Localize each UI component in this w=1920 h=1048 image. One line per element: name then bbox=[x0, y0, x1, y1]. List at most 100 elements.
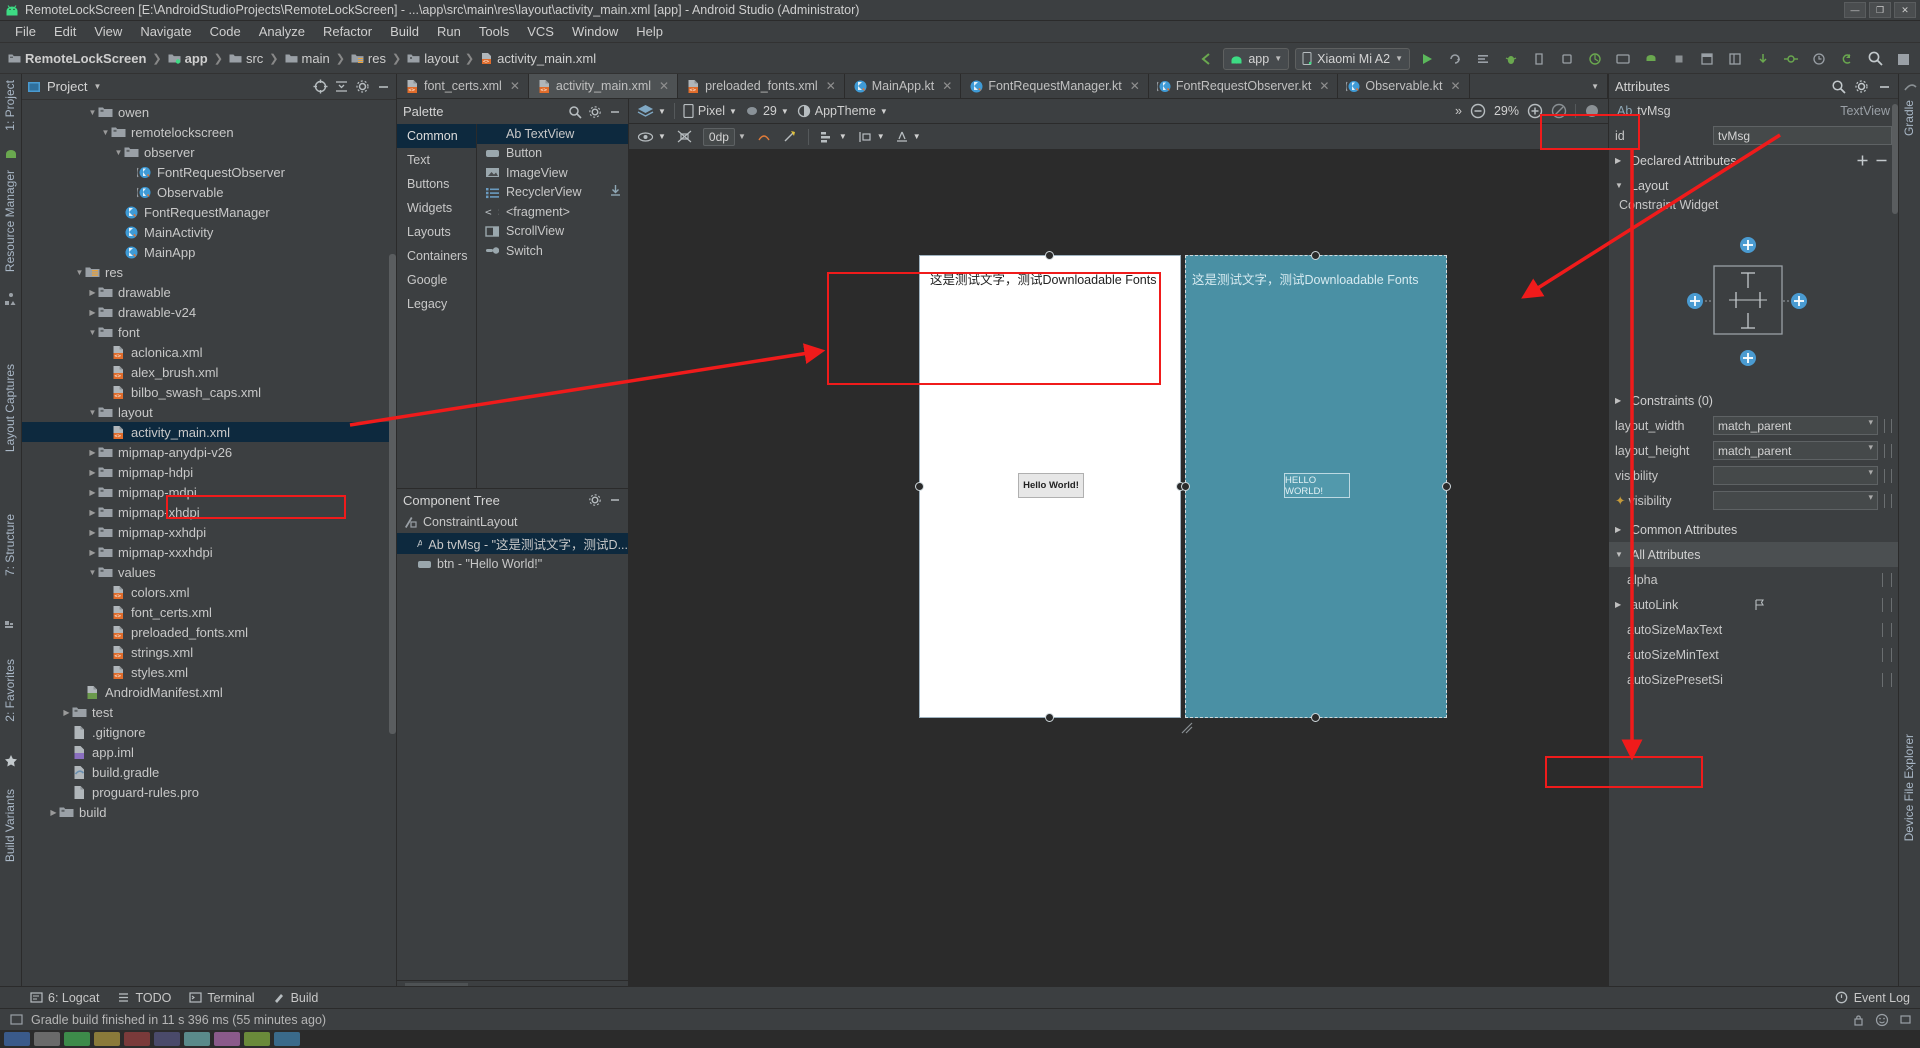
attribute-value-combo[interactable] bbox=[1713, 466, 1878, 485]
menu-view[interactable]: View bbox=[85, 22, 131, 41]
smiley-icon[interactable] bbox=[1875, 1013, 1889, 1027]
bp-resize-handle-right[interactable] bbox=[1442, 482, 1451, 491]
palette-category-google[interactable]: Google bbox=[397, 268, 476, 292]
menu-run[interactable]: Run bbox=[428, 22, 470, 41]
toolwindow-logcat[interactable]: 6: Logcat bbox=[30, 991, 99, 1005]
tree-row[interactable]: app.iml bbox=[22, 742, 396, 762]
collapse-all-icon[interactable] bbox=[334, 79, 349, 94]
menu-analyze[interactable]: Analyze bbox=[250, 22, 314, 41]
rail-project-label[interactable]: 1: Project bbox=[3, 80, 17, 131]
component-tree-node[interactable]: ConstraintLayout bbox=[397, 512, 628, 533]
menu-help[interactable]: Help bbox=[627, 22, 672, 41]
tree-row[interactable]: build.gradle bbox=[22, 762, 396, 782]
stop-button[interactable] bbox=[1668, 48, 1690, 70]
tree-row[interactable]: ▼ observer bbox=[22, 142, 396, 162]
chevron-down-icon[interactable]: ▼ bbox=[87, 108, 98, 117]
taskbar-item[interactable] bbox=[94, 1032, 120, 1046]
editor-tab[interactable]: <> preloaded_fonts.xml ✕ bbox=[678, 74, 845, 98]
breadcrumb-app[interactable]: app bbox=[168, 51, 208, 66]
tree-row[interactable]: MainApp bbox=[22, 242, 396, 262]
project-tree-scrollbar[interactable] bbox=[389, 254, 396, 734]
canvas-resize-corner-icon[interactable] bbox=[1181, 722, 1193, 734]
tree-row[interactable]: ▼ remotelockscreen bbox=[22, 122, 396, 142]
debug-button[interactable] bbox=[1500, 48, 1522, 70]
vcs-revert-button[interactable] bbox=[1836, 48, 1858, 70]
tree-row[interactable]: <> styles.xml bbox=[22, 662, 396, 682]
all-attribute-row[interactable]: autoSizeMaxText bbox=[1609, 617, 1898, 642]
maximize-button[interactable]: ❐ bbox=[1869, 2, 1891, 18]
rail-gradle-label[interactable]: Gradle bbox=[1902, 100, 1916, 136]
zoom-out-button[interactable] bbox=[1470, 103, 1486, 119]
zoom-fit-button[interactable] bbox=[1551, 103, 1567, 119]
menu-navigate[interactable]: Navigate bbox=[131, 22, 200, 41]
close-tab-icon[interactable]: ✕ bbox=[510, 79, 520, 93]
palette-item[interactable]: ScrollView bbox=[477, 222, 628, 242]
layout-inspector-button[interactable] bbox=[1696, 48, 1718, 70]
component-tree-hide-icon[interactable] bbox=[608, 493, 622, 507]
download-icon[interactable] bbox=[609, 184, 622, 197]
close-tab-icon[interactable]: ✕ bbox=[1130, 79, 1140, 93]
device-selector-design[interactable]: Pixel ▼ bbox=[683, 104, 737, 118]
vcs-commit-button[interactable] bbox=[1780, 48, 1802, 70]
chevron-right-icon[interactable]: ▶ bbox=[87, 468, 98, 477]
chevron-right-icon[interactable]: ▶ bbox=[48, 808, 59, 817]
baseline-button[interactable]: ▼ bbox=[895, 130, 921, 144]
avd-manager-button[interactable] bbox=[1612, 48, 1634, 70]
palette-category-text[interactable]: Text bbox=[397, 148, 476, 172]
resize-handle-bottom[interactable] bbox=[1045, 713, 1054, 722]
device-preview-design[interactable]: 这是测试文字，测试Downloadable Fonts Hello World! bbox=[919, 255, 1181, 718]
align-button[interactable]: ▼ bbox=[819, 130, 847, 144]
event-log-group[interactable]: Event Log bbox=[1835, 991, 1910, 1005]
menu-build[interactable]: Build bbox=[381, 22, 428, 41]
tree-row[interactable]: ▶ mipmap-hdpi bbox=[22, 462, 396, 482]
editor-tab[interactable]: FontRequestManager.kt ✕ bbox=[961, 74, 1149, 98]
device-file-explorer-button[interactable] bbox=[1724, 48, 1746, 70]
tree-row[interactable]: FontRequestObserver bbox=[22, 162, 396, 182]
palette-category-widgets[interactable]: Widgets bbox=[397, 196, 476, 220]
tree-row[interactable]: AndroidManifest.xml bbox=[22, 682, 396, 702]
tree-row[interactable]: ▼ values bbox=[22, 562, 396, 582]
tree-row[interactable]: ▶ mipmap-anydpi-v26 bbox=[22, 442, 396, 462]
palette-category-legacy[interactable]: Legacy bbox=[397, 292, 476, 316]
tree-row[interactable]: <> bilbo_swash_caps.xml bbox=[22, 382, 396, 402]
back-arrow-icon[interactable] bbox=[1195, 48, 1217, 70]
api-level-selector[interactable]: 29 ▼ bbox=[745, 104, 789, 118]
tree-row[interactable]: ▶ drawable-v24 bbox=[22, 302, 396, 322]
section-declared-attributes[interactable]: ▶ Declared Attributes bbox=[1609, 148, 1898, 173]
chevron-right-icon[interactable]: ▶ bbox=[61, 708, 72, 717]
toolwindow-terminal[interactable]: Terminal bbox=[189, 991, 255, 1005]
tree-row[interactable]: ▼ layout bbox=[22, 402, 396, 422]
palette-item[interactable]: Button bbox=[477, 144, 628, 164]
chevron-right-icon[interactable]: ▶ bbox=[87, 308, 98, 317]
chevron-right-icon[interactable]: ▶ bbox=[87, 288, 98, 297]
component-tree-node[interactable]: btn - "Hello World!" bbox=[397, 554, 628, 575]
clear-constraints-button[interactable] bbox=[676, 129, 693, 144]
attributes-hide-icon[interactable] bbox=[1877, 79, 1892, 94]
section-layout[interactable]: ▼ Layout bbox=[1609, 173, 1898, 198]
taskbar-item[interactable] bbox=[214, 1032, 240, 1046]
section-all-attributes[interactable]: ▼ All Attributes bbox=[1609, 542, 1898, 567]
tab-overflow-icon[interactable]: ▼ bbox=[1583, 74, 1608, 98]
attribute-value-combo[interactable]: match_parent bbox=[1713, 441, 1878, 460]
chevron-right-icon[interactable]: ▶ bbox=[87, 528, 98, 537]
component-tree-node[interactable]: Ab Ab tvMsg - "这是测试文字，测试D... bbox=[397, 532, 628, 554]
scroll-to-source-icon[interactable] bbox=[313, 79, 328, 94]
palette-item[interactable]: Ab TextView bbox=[477, 124, 628, 144]
toolwindow-build[interactable]: Build bbox=[273, 991, 318, 1005]
chevron-down-icon[interactable]: ▼ bbox=[87, 328, 98, 337]
taskbar-item[interactable] bbox=[244, 1032, 270, 1046]
add-attribute-button[interactable] bbox=[1856, 154, 1869, 167]
rail-build-variants-label[interactable]: Build Variants bbox=[3, 789, 17, 862]
breadcrumb-layout[interactable]: layout bbox=[407, 51, 459, 66]
constraint-widget[interactable] bbox=[1609, 218, 1898, 388]
tree-row[interactable]: <> alex_brush.xml bbox=[22, 362, 396, 382]
lock-icon[interactable] bbox=[1852, 1013, 1865, 1026]
taskbar-item[interactable] bbox=[274, 1032, 300, 1046]
resize-handle-left[interactable] bbox=[915, 482, 924, 491]
section-common-attributes[interactable]: ▶ Common Attributes bbox=[1609, 517, 1898, 542]
project-tree[interactable]: ▼ owen ▼ remotelockscreen ▼ observer FontReque… bbox=[22, 100, 396, 1004]
tree-row[interactable]: ▶ mipmap-xhdpi bbox=[22, 502, 396, 522]
chevron-right-icon[interactable]: ▶ bbox=[87, 488, 98, 497]
component-tree[interactable]: ConstraintLayoutAb Ab tvMsg - "这是测试文字，测试D… bbox=[397, 512, 628, 617]
attribute-value-combo[interactable]: match_parent bbox=[1713, 416, 1878, 435]
